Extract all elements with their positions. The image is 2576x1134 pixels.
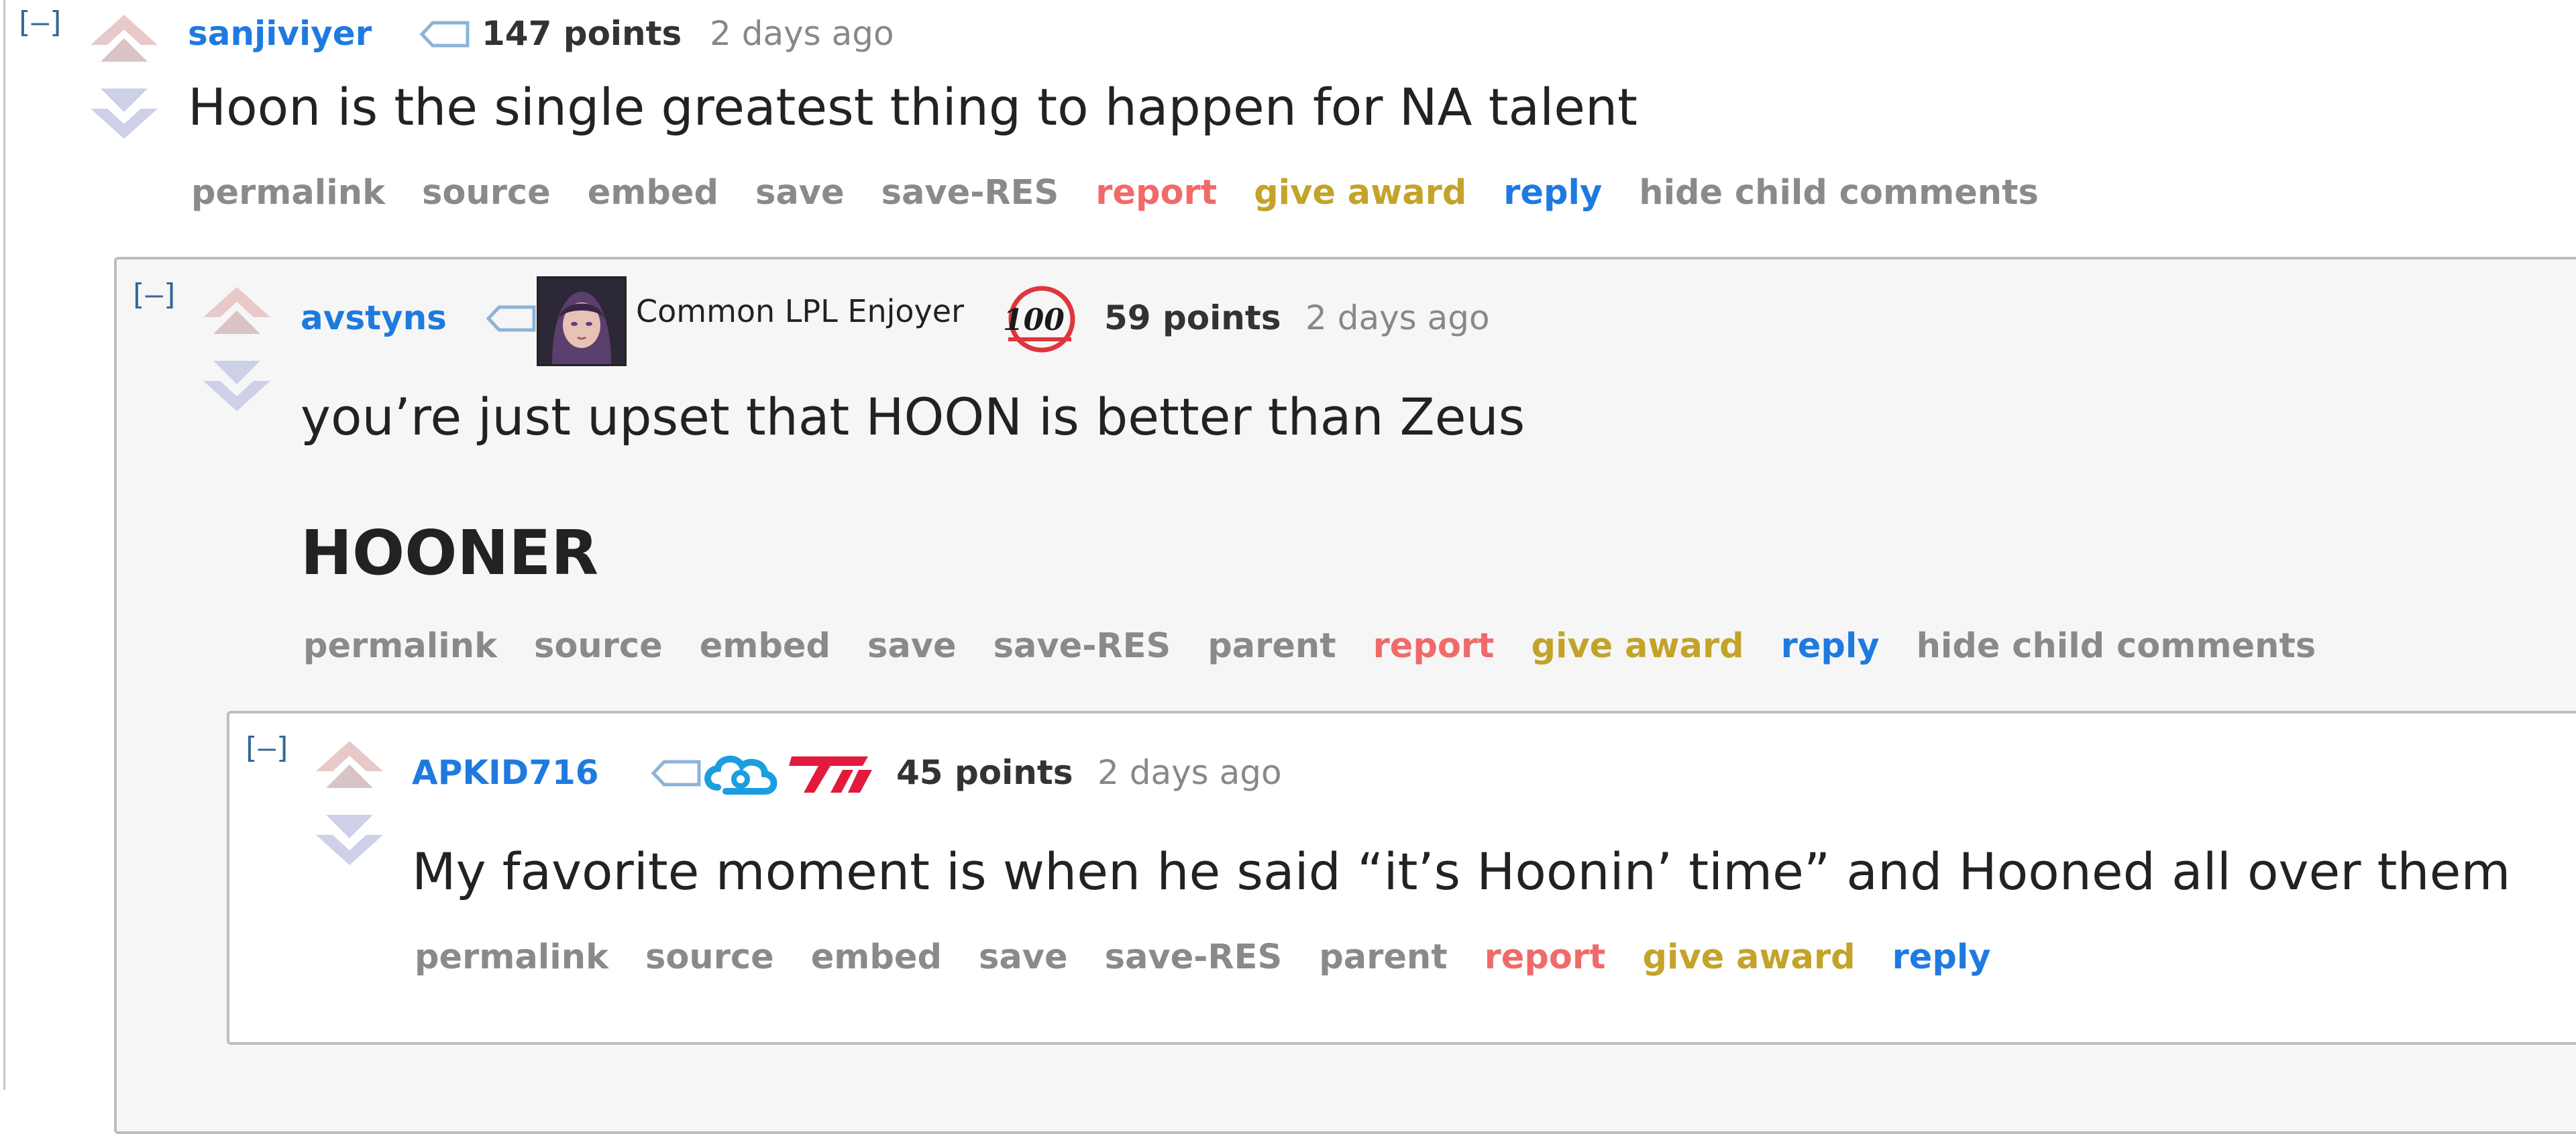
vote-arrows — [200, 287, 274, 421]
vote-arrows — [313, 741, 386, 875]
reply-link[interactable]: reply — [1892, 938, 1991, 978]
reply-link[interactable]: reply — [1503, 173, 1602, 213]
timestamp: 2 days ago — [1097, 753, 1282, 792]
user-flair-text: Common LPL Enjoyer — [636, 293, 964, 329]
give-award-link[interactable]: give award — [1642, 938, 1855, 978]
comment-actions: permalink source embed save save-RES par… — [415, 938, 2028, 978]
save-link[interactable]: save — [867, 626, 957, 667]
avatar-portrait-icon — [537, 276, 627, 366]
author-link[interactable]: APKID716 — [412, 752, 599, 793]
score: 59 points — [1104, 298, 1281, 337]
reply-link[interactable]: reply — [1781, 626, 1880, 667]
collapse-toggle[interactable]: [–] — [241, 734, 292, 763]
save-res-link[interactable]: save-RES — [881, 173, 1059, 213]
score: 147 points — [482, 14, 682, 53]
score: 45 points — [896, 753, 1073, 792]
save-link[interactable]: save — [979, 938, 1068, 978]
comment-body: Hoon is the single greatest thing to hap… — [188, 77, 1638, 137]
collapse-toggle[interactable]: [–] — [129, 280, 179, 310]
hide-child-comments-link[interactable]: hide child comments — [1639, 173, 2039, 213]
save-res-link[interactable]: save-RES — [1105, 938, 1283, 978]
parent-link[interactable]: parent — [1319, 938, 1447, 978]
report-link[interactable]: report — [1373, 626, 1495, 667]
embed-link[interactable]: embed — [700, 626, 830, 667]
timestamp: 2 days ago — [1305, 298, 1490, 337]
comment-heading: HOONER — [301, 517, 599, 589]
timestamp: 2 days ago — [710, 14, 894, 53]
parent-link[interactable]: parent — [1208, 626, 1336, 667]
downvote-icon[interactable] — [203, 381, 270, 411]
source-link[interactable]: source — [422, 173, 551, 213]
permalink-link[interactable]: permalink — [191, 173, 385, 213]
vote-arrows-icon — [91, 15, 158, 139]
source-link[interactable]: source — [534, 626, 663, 667]
vote-arrows-icon — [316, 741, 383, 865]
source-link[interactable]: source — [645, 938, 774, 978]
downvote-icon[interactable] — [316, 835, 383, 865]
downvote-icon[interactable] — [91, 109, 158, 139]
cloud9-logo-icon — [698, 746, 792, 806]
author-link[interactable]: avstyns — [301, 298, 447, 338]
t1-logo-icon — [789, 751, 876, 798]
save-link[interactable]: save — [755, 173, 845, 213]
collapse-toggle[interactable]: [–] — [15, 8, 65, 38]
vote-arrows-icon — [203, 287, 270, 411]
embed-link[interactable]: embed — [588, 173, 718, 213]
embed-link[interactable]: embed — [811, 938, 942, 978]
permalink-link[interactable]: permalink — [415, 938, 608, 978]
user-tag-icon[interactable] — [419, 17, 473, 51]
save-res-link[interactable]: save-RES — [994, 626, 1171, 667]
comment-actions: permalink source embed save save-RES par… — [303, 626, 2353, 667]
report-link[interactable]: report — [1485, 938, 1606, 978]
report-link[interactable]: report — [1095, 173, 1217, 213]
permalink-link[interactable]: permalink — [303, 626, 497, 667]
comment-body: My favorite moment is when he said “it’s… — [412, 842, 2511, 901]
comment-actions: permalink source embed save save-RES rep… — [191, 173, 2076, 213]
user-tag-icon[interactable] — [651, 756, 704, 790]
hide-child-comments-link[interactable]: hide child comments — [1917, 626, 2316, 667]
give-award-link[interactable]: give award — [1254, 173, 1466, 213]
100-thieves-logo-icon: 100 — [996, 282, 1083, 355]
comment-thread: [–] sanjiviyer 147 points 2 days ago Hoo… — [0, 0, 2576, 1134]
user-tag-icon[interactable] — [486, 302, 539, 335]
comment-body: you’re just upset that HOON is better th… — [301, 387, 1525, 447]
thread-rule — [3, 0, 5, 1090]
author-link[interactable]: sanjiviyer — [188, 13, 372, 54]
svg-text:100: 100 — [1003, 303, 1065, 337]
give-award-link[interactable]: give award — [1531, 626, 1743, 667]
vote-arrows — [87, 15, 161, 149]
